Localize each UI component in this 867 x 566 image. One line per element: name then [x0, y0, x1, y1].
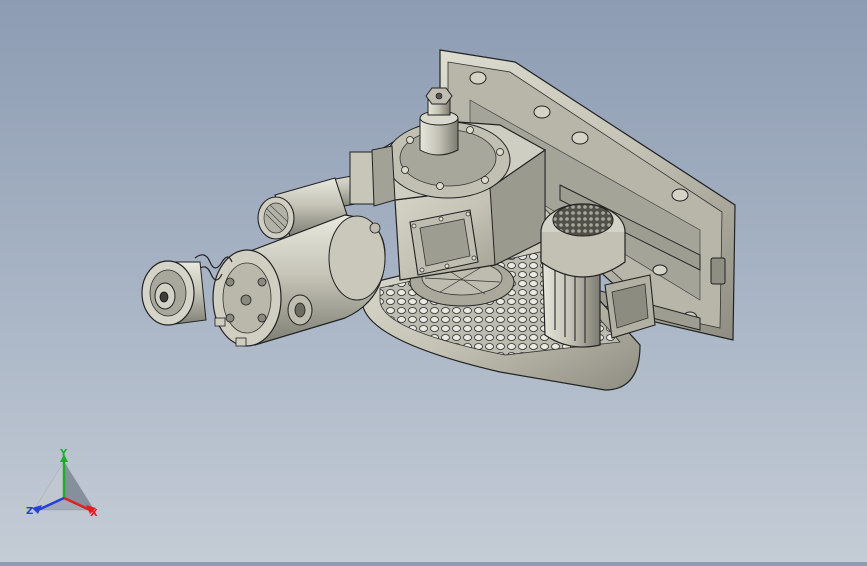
actuator-cylinder[interactable] [212, 214, 386, 347]
z-axis-label: Z [26, 506, 33, 517]
y-axis-label: Y [59, 448, 68, 459]
coordinate-triad: Y X Z [26, 448, 98, 519]
hand-wheel[interactable] [141, 260, 207, 326]
cad-viewport[interactable]: Y X Z [0, 0, 867, 562]
x-axis-label: X [90, 508, 98, 519]
